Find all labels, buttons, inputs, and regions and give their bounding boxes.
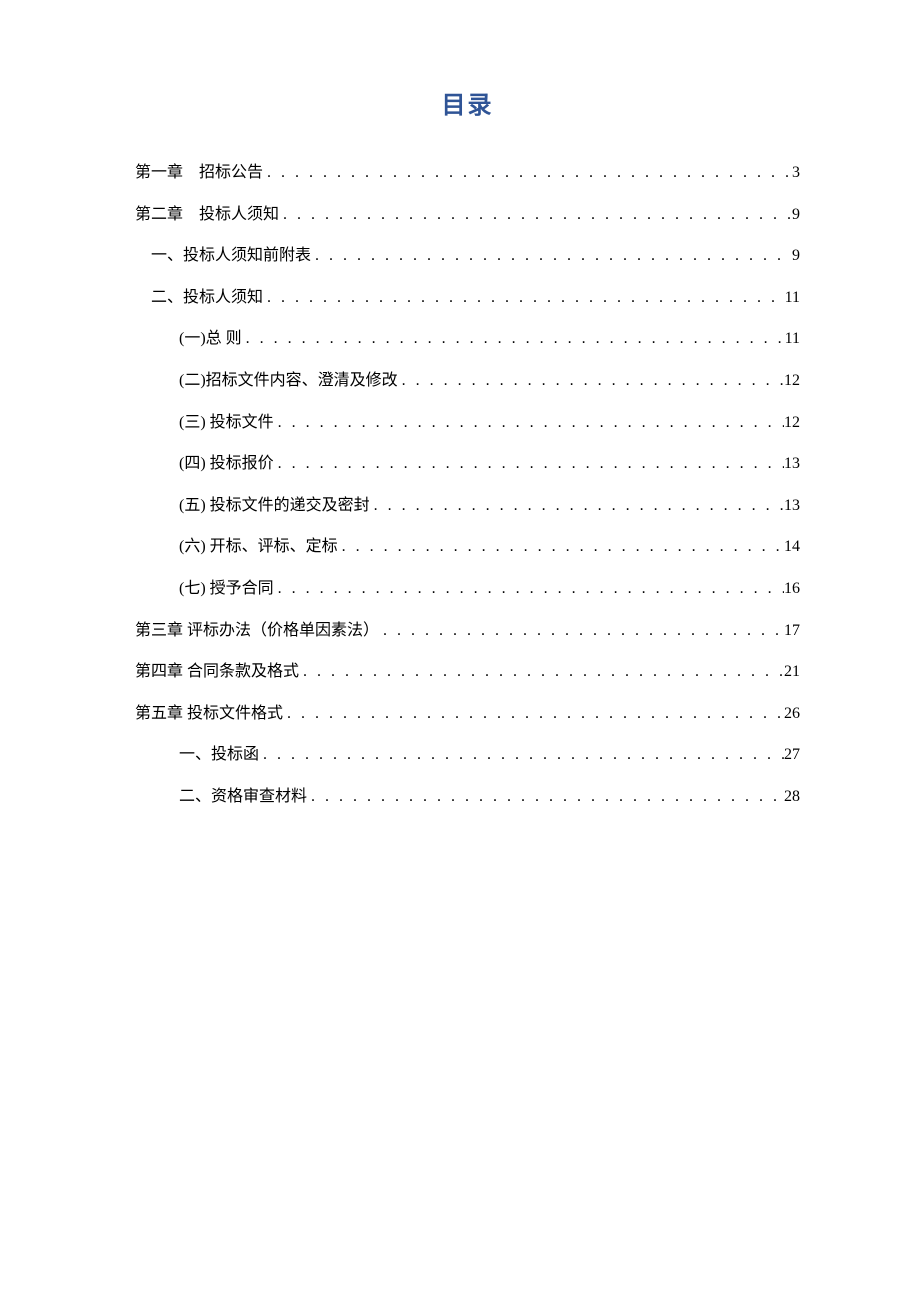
toc-leader-dots bbox=[311, 235, 792, 277]
toc-entry: 第二章 投标人须知 9 bbox=[135, 194, 800, 236]
toc-entry: (五) 投标文件的递交及密封 13 bbox=[135, 485, 800, 527]
toc-label: 第五章 投标文件格式 bbox=[135, 693, 283, 735]
toc-page-number: 27 bbox=[784, 734, 800, 776]
toc-label: 第四章 合同条款及格式 bbox=[135, 651, 299, 693]
toc-page-number: 13 bbox=[784, 443, 800, 485]
toc-entry: 一、投标函 27 bbox=[135, 734, 800, 776]
toc-label: 一、投标函 bbox=[179, 734, 259, 776]
toc-leader-dots bbox=[370, 485, 784, 527]
toc-entry: (一)总 则 11 bbox=[135, 318, 800, 360]
toc-leader-dots bbox=[398, 360, 784, 402]
toc-leader-dots bbox=[307, 776, 784, 818]
toc-page-number: 9 bbox=[792, 235, 800, 277]
toc-label: 二、投标人须知 bbox=[151, 277, 263, 319]
toc-entry: 第一章 招标公告 3 bbox=[135, 152, 800, 194]
toc-entry: (七) 授予合同 16 bbox=[135, 568, 800, 610]
toc-entry: 一、投标人须知前附表 9 bbox=[135, 235, 800, 277]
toc-leader-dots bbox=[274, 443, 784, 485]
toc-page-number: 26 bbox=[784, 693, 800, 735]
toc-label: 一、投标人须知前附表 bbox=[151, 235, 311, 277]
toc-label: 第二章 投标人须知 bbox=[135, 194, 279, 236]
toc-page-number: 28 bbox=[784, 776, 800, 818]
toc-label: (七) 授予合同 bbox=[179, 568, 274, 610]
toc-leader-dots bbox=[263, 152, 792, 194]
toc-entry: (三) 投标文件 12 bbox=[135, 402, 800, 444]
toc-label: 第一章 招标公告 bbox=[135, 152, 263, 194]
toc-leader-dots bbox=[242, 318, 785, 360]
toc-leader-dots bbox=[338, 526, 784, 568]
toc-entry: 第四章 合同条款及格式 21 bbox=[135, 651, 800, 693]
toc-entry: (四) 投标报价 13 bbox=[135, 443, 800, 485]
table-of-contents: 第一章 招标公告3第二章 投标人须知9一、投标人须知前附表9二、投标人须知11(… bbox=[135, 152, 800, 818]
toc-page-number: 16 bbox=[784, 568, 800, 610]
toc-label: (四) 投标报价 bbox=[179, 443, 274, 485]
toc-entry: (二)招标文件内容、澄清及修改 12 bbox=[135, 360, 800, 402]
toc-page-number: 3 bbox=[792, 152, 800, 194]
page-title: 目录 bbox=[135, 85, 800, 120]
toc-leader-dots bbox=[274, 402, 784, 444]
toc-label: (六) 开标、评标、定标 bbox=[179, 526, 338, 568]
toc-label: (二)招标文件内容、澄清及修改 bbox=[179, 360, 398, 402]
toc-page-number: 21 bbox=[784, 651, 800, 693]
toc-entry: (六) 开标、评标、定标 14 bbox=[135, 526, 800, 568]
toc-entry: 二、资格审查材料 28 bbox=[135, 776, 800, 818]
toc-leader-dots bbox=[263, 277, 785, 319]
toc-page-number: 14 bbox=[784, 526, 800, 568]
toc-label: 第三章 评标办法（价格单因素法） bbox=[135, 610, 379, 652]
toc-entry: 第五章 投标文件格式 26 bbox=[135, 693, 800, 735]
toc-leader-dots bbox=[259, 734, 784, 776]
toc-leader-dots bbox=[283, 693, 784, 735]
toc-label: (五) 投标文件的递交及密封 bbox=[179, 485, 370, 527]
toc-leader-dots bbox=[379, 610, 784, 652]
toc-leader-dots bbox=[274, 568, 784, 610]
toc-page-number: 17 bbox=[784, 610, 800, 652]
toc-page-number: 11 bbox=[785, 318, 800, 360]
toc-page-number: 13 bbox=[784, 485, 800, 527]
toc-entry: 二、投标人须知 11 bbox=[135, 277, 800, 319]
toc-page-number: 12 bbox=[784, 360, 800, 402]
toc-leader-dots bbox=[299, 651, 784, 693]
toc-page-number: 11 bbox=[785, 277, 800, 319]
toc-page-number: 9 bbox=[792, 194, 800, 236]
toc-label: (一)总 则 bbox=[179, 318, 242, 360]
toc-leader-dots bbox=[279, 194, 792, 236]
toc-page-number: 12 bbox=[784, 402, 800, 444]
toc-label: 二、资格审查材料 bbox=[179, 776, 307, 818]
toc-label: (三) 投标文件 bbox=[179, 402, 274, 444]
toc-entry: 第三章 评标办法（价格单因素法） 17 bbox=[135, 610, 800, 652]
